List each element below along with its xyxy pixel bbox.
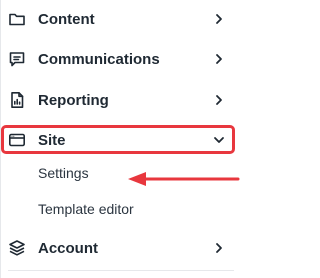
chevron-right-icon [212, 52, 226, 66]
sidebar-border [0, 0, 1, 278]
chevron-right-icon [212, 241, 226, 255]
bottom-divider [8, 270, 234, 271]
browser-window-icon [8, 131, 26, 149]
sidebar-item-label: Account [38, 239, 98, 257]
sidebar-item-account[interactable]: Account [8, 234, 226, 262]
folder-icon [8, 10, 26, 28]
sidebar-item-reporting[interactable]: Reporting [8, 86, 226, 114]
sidebar-subitem-settings[interactable]: Settings [38, 161, 89, 185]
sidebar-subitem-template-editor[interactable]: Template editor [38, 197, 134, 221]
chevron-right-icon [212, 93, 226, 107]
sidebar-item-label: Communications [38, 50, 160, 68]
arrow-left-icon [128, 172, 240, 186]
sidebar-item-content[interactable]: Content [8, 5, 226, 33]
sidebar-item-label: Site [38, 131, 66, 149]
sidebar-item-label: Content [38, 10, 95, 28]
sidebar-nav: Content Communications Reporting Site Se… [0, 0, 243, 278]
report-icon [8, 91, 26, 109]
sidebar-item-label: Reporting [38, 91, 109, 109]
sidebar-item-site[interactable]: Site [8, 126, 226, 154]
layers-icon [8, 239, 26, 257]
chevron-down-icon [212, 133, 226, 147]
message-icon [8, 50, 26, 68]
chevron-right-icon [212, 12, 226, 26]
sidebar-item-communications[interactable]: Communications [8, 45, 226, 73]
